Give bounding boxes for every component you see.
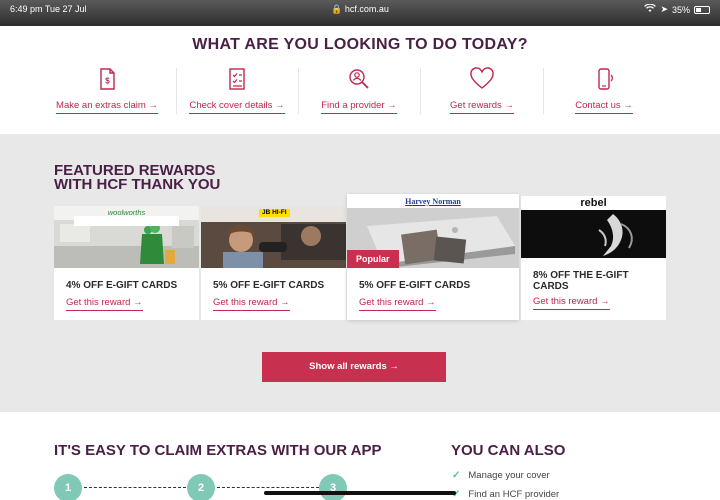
list-item[interactable]: ✓ Manage your cover <box>452 466 559 485</box>
address-url[interactable]: 🔒 hcf.com.au <box>0 4 720 15</box>
featured-rewards-heading: FEATURED REWARDS WITH HCF THANK YOU <box>54 162 221 193</box>
show-all-rewards-button[interactable]: Show all rewards → <box>262 352 446 382</box>
receipt-dollar-icon: $ <box>94 66 120 92</box>
step-connector <box>217 487 319 488</box>
jbhifi-logo: JB HI-FI <box>259 209 290 217</box>
location-icon: ➤ <box>660 4 668 14</box>
app-claim-heading: IT'S EASY TO CLAIM EXTRAS WITH OUR APP <box>54 442 382 459</box>
list-item[interactable]: ✓ Find an HCF provider <box>452 485 559 500</box>
step-3: 3 <box>319 474 347 500</box>
checklist-icon <box>224 66 250 92</box>
get-reward-link[interactable]: Get this reward → <box>533 296 610 310</box>
get-reward-link[interactable]: Get this reward → <box>213 297 290 311</box>
action-label: Contact us → <box>575 100 633 114</box>
reward-title: 5% OFF E-GIFT CARDS <box>213 280 325 291</box>
rebel-image <box>521 210 666 258</box>
check-icon: ✓ <box>452 470 461 481</box>
reward-card-woolworths[interactable]: woolworths 4% OFF E-GIFT CARDS Get this … <box>54 206 199 320</box>
get-reward-link[interactable]: Get this reward → <box>359 297 436 311</box>
rebel-logo: rebel <box>580 197 607 209</box>
action-check-cover[interactable]: Check cover details → <box>176 66 298 118</box>
reward-card-jbhifi[interactable]: JB HI-FI 5% OFF E-GIFT CARDS Get this re… <box>201 206 346 320</box>
claim-steps: 1 2 3 <box>54 474 354 500</box>
home-indicator[interactable] <box>264 491 456 495</box>
you-can-also-heading: YOU CAN ALSO <box>451 442 566 459</box>
status-right: ➤ 35% <box>644 3 710 15</box>
popular-badge: Popular <box>347 250 399 268</box>
get-reward-link[interactable]: Get this reward → <box>66 297 143 311</box>
reward-title: 5% OFF E-GIFT CARDS <box>359 280 471 291</box>
action-contact-us[interactable]: Contact us → <box>543 66 665 118</box>
reward-title: 4% OFF E-GIFT CARDS <box>66 280 178 291</box>
battery-icon <box>694 5 710 14</box>
reward-title: 8% OFF THE E-GIFT CARDS <box>533 270 629 292</box>
wifi-icon <box>644 3 657 15</box>
step-2: 2 <box>187 474 215 500</box>
url-text: hcf.com.au <box>344 4 389 14</box>
app-and-also-section: IT'S EASY TO CLAIM EXTRAS WITH OUR APP 1… <box>0 412 720 500</box>
status-bar: 6:49 pm Tue 27 Jul 🔒 hcf.com.au ➤ 35% <box>0 0 720 26</box>
quick-actions-section: WHAT ARE YOU LOOKING TO DO TODAY? $ Make… <box>0 26 720 134</box>
action-label: Get rewards → <box>450 100 514 114</box>
heart-icon <box>469 66 495 92</box>
harvey-norman-logo: Harvey Norman <box>405 197 461 206</box>
reward-card-harvey-norman[interactable]: Harvey Norman Popular 5% OFF E-GIFT CARD… <box>347 194 519 320</box>
reward-card-rebel[interactable]: rebel 8% OFF THE E-GIFT CARDS Get this r… <box>521 196 666 320</box>
action-get-rewards[interactable]: Get rewards → <box>421 66 543 118</box>
action-label: Find a provider → <box>321 100 397 114</box>
phone-icon <box>591 66 617 92</box>
action-find-provider[interactable]: Find a provider → <box>298 66 420 118</box>
action-make-extras-claim[interactable]: $ Make an extras claim → <box>46 66 168 118</box>
featured-rewards-section: FEATURED REWARDS WITH HCF THANK YOU woolw… <box>0 134 720 412</box>
search-person-icon <box>346 66 372 92</box>
svg-text:$: $ <box>105 77 110 86</box>
action-label: Make an extras claim → <box>56 100 158 114</box>
step-connector <box>84 487 186 488</box>
action-label: Check cover details → <box>189 100 285 114</box>
quick-actions-heading: WHAT ARE YOU LOOKING TO DO TODAY? <box>192 36 528 53</box>
step-1: 1 <box>54 474 82 500</box>
woolworths-logo: woolworths <box>107 208 146 217</box>
battery-percent: 35% <box>671 4 690 15</box>
you-can-also-list: ✓ Manage your cover ✓ Find an HCF provider <box>452 466 559 500</box>
